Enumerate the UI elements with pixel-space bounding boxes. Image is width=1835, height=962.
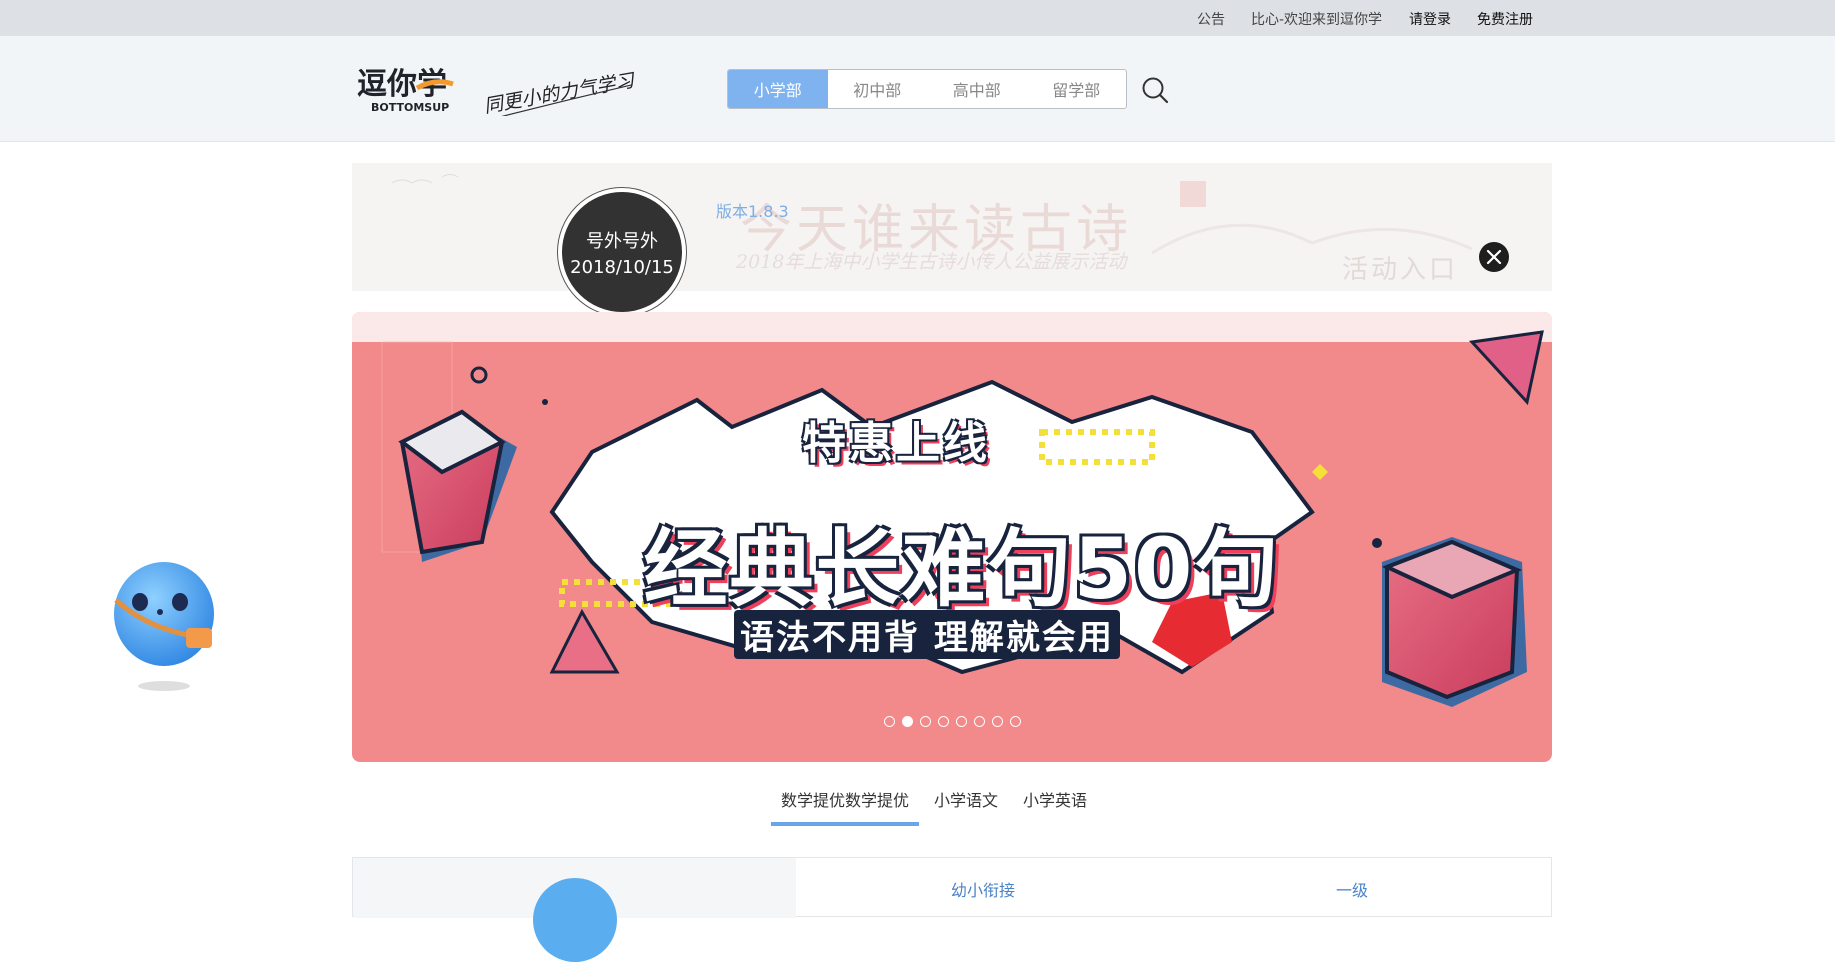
carousel-dot[interactable] <box>901 716 913 727</box>
search-icon[interactable] <box>1141 76 1169 104</box>
level-link-one[interactable]: 一级 <box>1336 877 1368 901</box>
course-avatar <box>533 878 617 962</box>
register-link[interactable]: 免费注册 <box>1477 9 1533 29</box>
carousel-indicators <box>352 716 1552 727</box>
close-icon <box>1486 249 1502 265</box>
promo-headline: 经典长难句50句 <box>643 520 1281 618</box>
tab-math-advanced[interactable]: 数学提优数学提优 <box>771 782 920 826</box>
poem-activity-banner[interactable]: 今天谁来读古诗 2018年上海中小学生古诗小传人公益展示活动 活动入口 <box>352 163 1552 291</box>
version-label: 版本1.8.3 <box>716 202 789 221</box>
poem-subtitle: 2018年上海中小学生古诗小传人公益展示活动 <box>736 251 1127 273</box>
poem-entry-link[interactable]: 活动入口 <box>1342 249 1458 286</box>
carousel-dot[interactable] <box>955 716 967 727</box>
level-link-kindergarten[interactable]: 幼小衔接 <box>951 877 1015 901</box>
login-link[interactable]: 请登录 <box>1409 9 1451 29</box>
subject-tabs: 数学提优数学提优 小学语文 小学英语 <box>771 782 1102 826</box>
mascot-robot[interactable] <box>108 560 222 694</box>
news-badge-inner: 号外号外 2018/10/15 <box>562 192 682 312</box>
tab-abroad[interactable]: 留学部 <box>1027 70 1127 108</box>
news-badge-title: 号外号外 <box>586 230 658 252</box>
welcome-text: 比心-欢迎来到逗你学 <box>1251 12 1383 28</box>
carousel-dot[interactable] <box>919 716 931 727</box>
top-bar: 公告 比心-欢迎来到逗你学 请登录 免费注册 <box>0 0 1835 36</box>
tab-primary[interactable]: 小学部 <box>728 70 828 108</box>
carousel-dot[interactable] <box>1009 716 1021 727</box>
promo-top-line: 特惠上线 <box>802 418 990 469</box>
carousel-dot[interactable] <box>973 716 985 727</box>
carousel-dot[interactable] <box>937 716 949 727</box>
news-badge[interactable]: 号外号外 2018/10/15 <box>557 187 687 317</box>
promo-subline: 语法不用背 理解就会用 <box>734 610 1120 659</box>
school-tabs: 小学部 初中部 高中部 留学部 <box>727 69 1127 109</box>
announcement-link[interactable]: 公告 <box>1197 9 1225 29</box>
site-logo[interactable]: 逗你学 BOTTOMSUP <box>355 66 459 116</box>
tab-junior[interactable]: 初中部 <box>828 70 928 108</box>
news-badge-date: 2018/10/15 <box>570 256 674 278</box>
tab-english[interactable]: 小学英语 <box>1013 782 1097 826</box>
promo-carousel[interactable]: 特惠上线 经典长难句50句 语法不用背 理解就会用 <box>352 312 1552 762</box>
slogan-handwriting: 同更小的力气学习 <box>482 69 636 116</box>
course-panel-left <box>353 858 796 962</box>
close-notice-button[interactable] <box>1479 242 1509 272</box>
course-panel: 幼小衔接 一级 <box>352 857 1552 962</box>
slogan-text: 同更小的力气学习 <box>482 69 636 116</box>
carousel-dot[interactable] <box>883 716 895 727</box>
tab-chinese[interactable]: 小学语文 <box>924 782 1008 826</box>
carousel-dot[interactable] <box>991 716 1003 727</box>
logo-en: BOTTOMSUP <box>371 101 449 114</box>
tab-senior[interactable]: 高中部 <box>927 70 1027 108</box>
